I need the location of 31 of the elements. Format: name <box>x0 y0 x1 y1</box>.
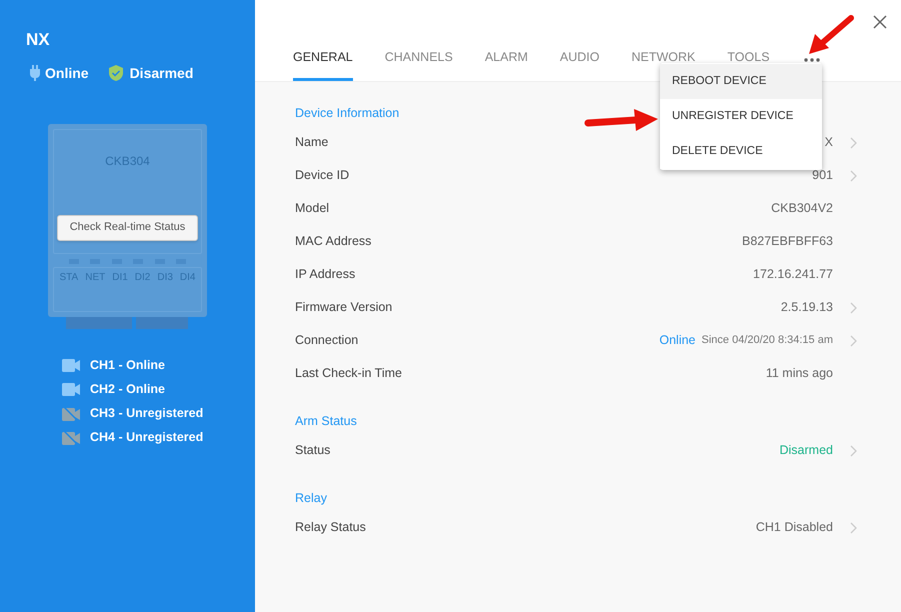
arm-status: Disarmed <box>130 64 194 82</box>
channel-label: CH4 - Unregistered <box>90 429 204 446</box>
field-label: Relay Status <box>295 519 366 536</box>
field-label: Device ID <box>295 167 350 184</box>
field-label: Last Check-in Time <box>295 365 402 382</box>
field-value: B827EBFBFF63 <box>742 233 833 250</box>
field-value: 901 <box>812 167 833 184</box>
section-title: Relay <box>295 490 327 507</box>
field-value: CKB304V2 <box>771 200 833 218</box>
field-value: 11 mins ago <box>766 365 833 382</box>
field-value: Disarmed <box>780 442 833 460</box>
field-value: 2.5.19.13 <box>780 299 833 316</box>
field-label: IP Address <box>295 266 356 284</box>
field-value: X <box>824 134 833 152</box>
field-note: Since 04/20/20 8:34:15 am <box>702 333 833 348</box>
field-label: Model <box>295 200 330 218</box>
device-name: NX <box>26 29 51 51</box>
field-label: Name <box>295 134 328 152</box>
field-label: MAC Address <box>295 233 372 250</box>
section-title: Arm Status <box>295 413 357 430</box>
connection-status: Online <box>45 64 89 82</box>
field-label: Connection <box>295 332 358 350</box>
field-value: CH1 Disabled <box>756 519 833 536</box>
field-label: Status <box>295 442 330 460</box>
channel-label: CH3 - Unregistered <box>90 405 204 422</box>
channel-label: CH1 - Online <box>90 357 166 374</box>
field-value: 172.16.241.77 <box>753 266 833 284</box>
channel-label: CH2 - Online <box>90 381 166 398</box>
section-title: Device Information <box>295 105 400 122</box>
field-label: Firmware Version <box>295 299 392 316</box>
field-value: Online <box>659 332 696 350</box>
